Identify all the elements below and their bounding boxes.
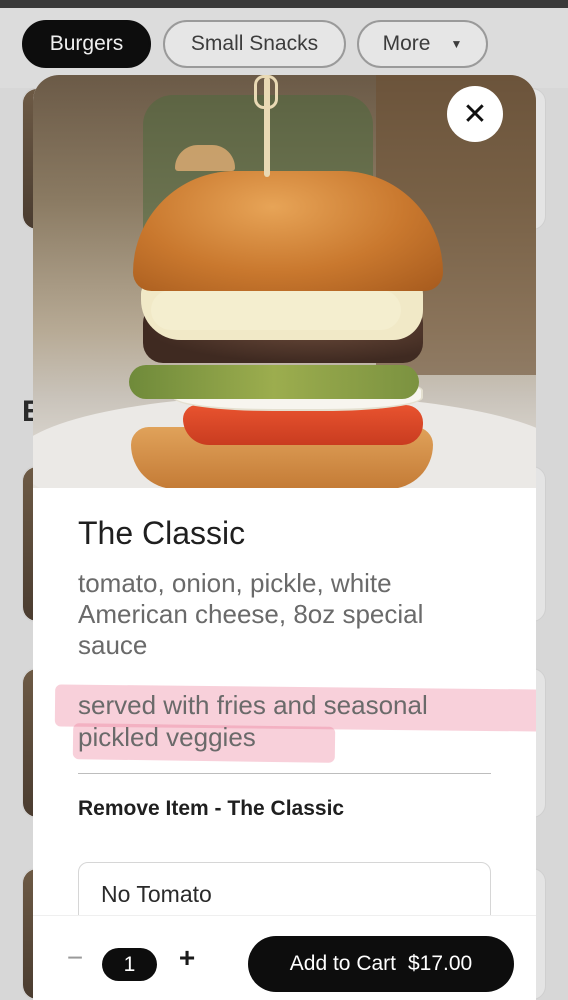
cart-bar: − 1 + Add to Cart $17.00	[33, 915, 536, 1000]
item-note: served with fries and seasonal pickled v…	[78, 690, 428, 752]
photo-bg-lamp	[175, 145, 235, 171]
chip-more-label: More	[382, 32, 431, 55]
chip-small-snacks-label: Small Snacks	[190, 32, 319, 55]
chip-burgers[interactable]: Burgers	[22, 20, 151, 68]
add-to-cart-label: Add to Cart	[289, 952, 396, 975]
chip-small-snacks[interactable]: Small Snacks	[163, 20, 346, 68]
close-icon: ✕	[462, 97, 488, 131]
quantity-decrease-button[interactable]: −	[63, 944, 87, 972]
burger-pickles	[129, 365, 419, 399]
item-description: tomato, onion, pickle, white American ch…	[78, 568, 424, 660]
item-title: The Classic	[78, 515, 246, 551]
burger-tomato	[183, 405, 423, 445]
divider	[78, 773, 491, 774]
item-detail-modal: ✕ The Classic tomato, onion, pickle, whi…	[33, 75, 536, 1000]
chip-burgers-label: Burgers	[49, 32, 124, 55]
modifier-section-title: Remove Item - The Classic	[78, 797, 345, 820]
chip-more[interactable]: More ▼	[357, 20, 488, 68]
close-button[interactable]: ✕	[447, 86, 503, 142]
modifier-option-label: No Tomato	[101, 881, 212, 907]
burger-cheese-drape	[151, 290, 401, 330]
status-strip	[0, 0, 568, 8]
caret-down-icon: ▼	[450, 37, 463, 51]
burger-bun-top	[133, 171, 443, 291]
burger-skewer-loop	[254, 75, 278, 109]
add-to-cart-button[interactable]: Add to Cart $17.00	[248, 936, 514, 992]
quantity-increase-button[interactable]: +	[173, 944, 201, 972]
add-to-cart-price: $17.00	[408, 952, 473, 975]
quantity-value: 1	[102, 948, 157, 981]
